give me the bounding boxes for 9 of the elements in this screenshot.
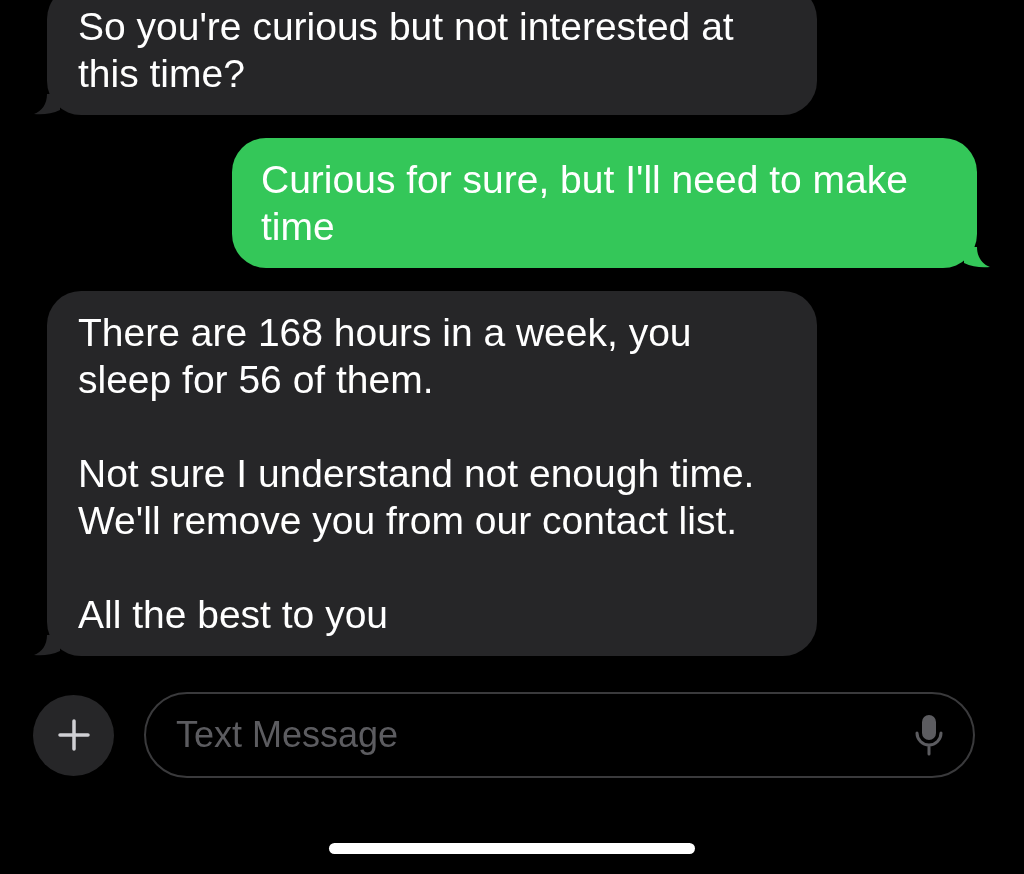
message-bubble: So you're curious but not interested at this time? [47, 0, 817, 115]
plus-icon [57, 719, 90, 751]
bubble-tail [34, 94, 60, 115]
microphone-icon[interactable] [915, 714, 943, 756]
message-bubble: There are 168 hours in a week, you sleep for 56 of them. Not sure I understand not enough time. We'll remove you from our contact list. All the best to you [47, 291, 817, 656]
message-field[interactable]: Text Message [144, 692, 975, 778]
message-bubble: Curious for sure, but I'll need to make time [232, 138, 977, 268]
bubble-tail [964, 247, 990, 268]
bubble-tail [34, 635, 60, 656]
